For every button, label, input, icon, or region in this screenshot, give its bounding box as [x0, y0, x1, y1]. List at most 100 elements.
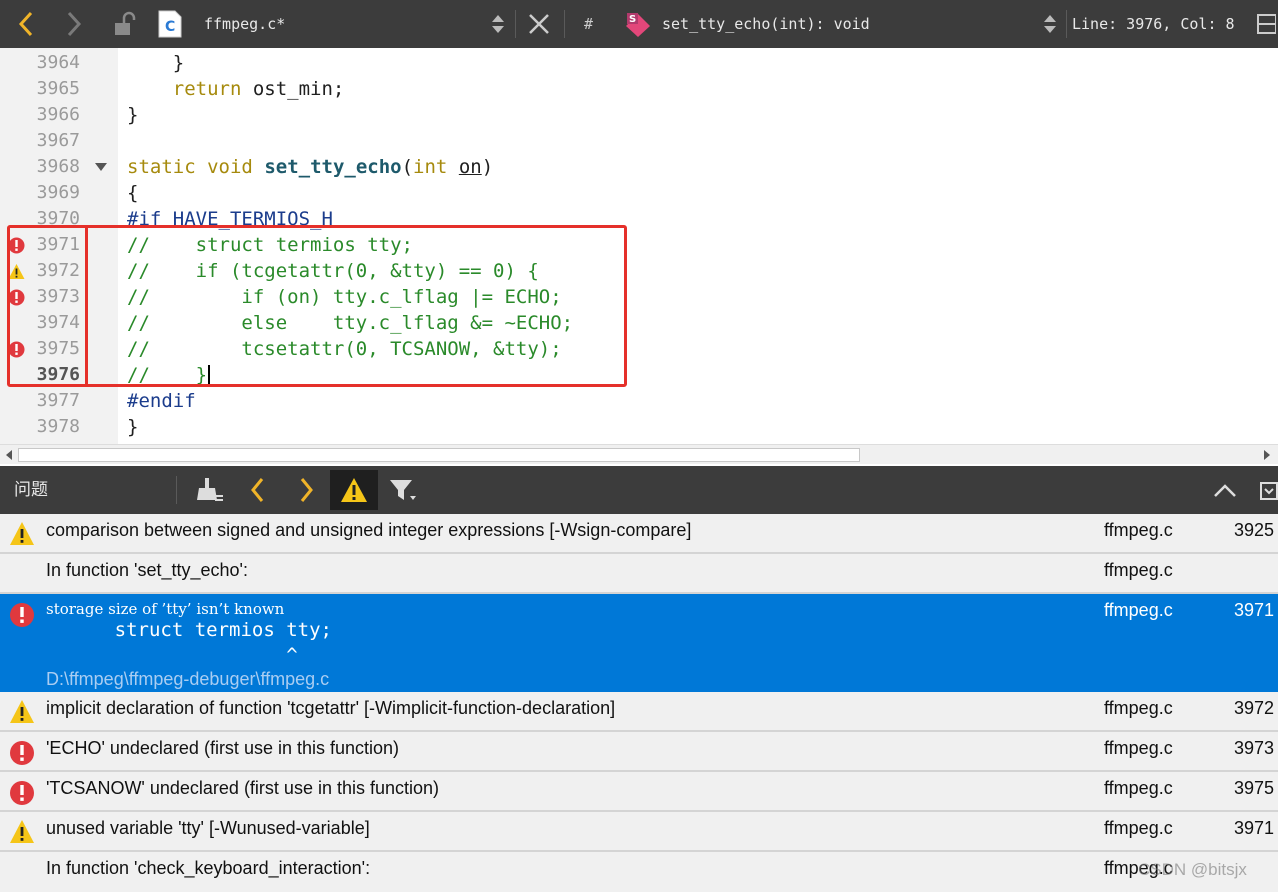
problem-line: 3925 — [1233, 520, 1274, 540]
problem-line: 3973 — [1233, 738, 1274, 758]
problem-row[interactable]: In function 'check_keyboard_interaction'… — [0, 852, 1278, 892]
problem-file: ffmpeg.c — [1104, 818, 1173, 838]
panel-menu-button[interactable] — [1258, 466, 1278, 514]
warning-icon — [10, 522, 34, 545]
line-number: 3964 — [36, 52, 80, 73]
problem-row[interactable]: 'TCSANOW' undeclared (first use in this … — [0, 772, 1278, 812]
problem-line: 3971 — [1233, 600, 1274, 620]
split-view-icon — [1257, 14, 1276, 34]
problem-file: ffmpeg.c — [1104, 600, 1173, 620]
problem-message: storage size of ’tty’ isn’t known — [46, 600, 285, 618]
problems-panel-header: 问题 — [0, 466, 1278, 514]
problem-message: implicit declaration of function 'tcgeta… — [46, 698, 616, 718]
code-line[interactable]: 3964 } — [0, 50, 1278, 76]
split-editor-button[interactable] — [1254, 0, 1278, 48]
problem-row[interactable]: comparison between signed and unsigned i… — [0, 514, 1278, 554]
function-dropdown-button[interactable] — [1039, 0, 1061, 48]
scrollbar-thumb[interactable] — [18, 448, 860, 462]
close-icon — [529, 14, 549, 34]
chevron-right-icon — [67, 11, 82, 37]
watermark: CSDN @bitsjx — [1138, 860, 1247, 879]
chevron-up-icon — [1214, 484, 1236, 497]
line-number: 3978 — [36, 416, 80, 437]
fold-arrow-icon[interactable] — [95, 163, 107, 171]
warning-icon — [10, 820, 34, 843]
code-line[interactable]: 3977 #endif — [0, 388, 1278, 414]
function-symbol-icon: S — [624, 0, 652, 48]
line-number: 3965 — [36, 78, 80, 99]
problem-file: ffmpeg.c — [1104, 778, 1173, 798]
problem-file: ffmpeg.c — [1104, 520, 1173, 540]
show-warnings-toggle[interactable] — [330, 470, 378, 510]
code-line[interactable]: 3968 static void set_tty_echo(int on) — [0, 154, 1278, 180]
code-line[interactable]: 3965 return ost_min; — [0, 76, 1278, 102]
code-line[interactable]: 3969 { — [0, 180, 1278, 206]
file-dropdown-button[interactable] — [486, 0, 510, 48]
warning-icon — [10, 700, 34, 723]
cursor-position: Line: 3976, Col: 8 — [1072, 15, 1235, 33]
error-icon — [10, 603, 34, 627]
unlock-icon — [115, 11, 136, 35]
file-name[interactable]: ffmpeg.c* — [204, 0, 285, 48]
problems-title: 问题 — [14, 480, 48, 499]
line-number: 3977 — [36, 390, 80, 411]
problem-message: 'TCSANOW' undeclared (first use in this … — [46, 778, 440, 798]
collapse-panel-button[interactable] — [1206, 466, 1244, 514]
editor-toolbar: C ffmpeg.c* # S set_tty_echo(int): void … — [0, 0, 1278, 48]
symbol-hash: # — [584, 15, 594, 33]
c-file-icon: C — [154, 0, 186, 48]
highlight-annotation-divider — [85, 226, 88, 386]
code-editor[interactable]: 3964 } 3965 return ost_min; 3966 } 3967 … — [0, 48, 1278, 444]
filter-icon — [390, 480, 416, 500]
code-text: return ost_min; — [172, 78, 345, 100]
function-signature[interactable]: set_tty_echo(int): void — [662, 0, 870, 48]
back-button[interactable] — [8, 0, 44, 48]
panel-menu-icon — [1260, 482, 1278, 500]
scroll-right-button[interactable] — [1258, 445, 1276, 465]
next-problem-button[interactable] — [288, 466, 324, 514]
code-text: } — [127, 416, 139, 438]
problem-row[interactable]: unused variable 'tty' [-Wunused-variable… — [0, 812, 1278, 852]
scroll-left-button[interactable] — [0, 445, 18, 465]
divider — [176, 476, 177, 504]
chevron-right-icon — [300, 478, 313, 502]
problem-message: unused variable 'tty' [-Wunused-variable… — [46, 818, 370, 838]
problem-row[interactable]: implicit declaration of function 'tcgeta… — [0, 692, 1278, 732]
clear-button[interactable] — [190, 466, 230, 514]
up-down-arrows-icon — [1044, 15, 1056, 33]
problem-path: D:\ffmpeg\ffmpeg-debuger\ffmpeg.c — [46, 669, 330, 689]
code-text: { — [127, 182, 139, 204]
chevron-left-icon — [251, 478, 264, 502]
problem-code-snippet: struct termios tty; ^ — [114, 619, 332, 666]
filter-button[interactable] — [384, 466, 422, 514]
svg-text:S: S — [629, 14, 636, 25]
line-number: 3967 — [36, 130, 80, 151]
problem-file: ffmpeg.c — [1104, 738, 1173, 758]
problem-file: ffmpeg.c — [1104, 698, 1173, 718]
problem-line: 3971 — [1233, 818, 1274, 838]
error-icon — [10, 781, 34, 805]
lock-button[interactable] — [106, 0, 142, 48]
problem-line: 3975 — [1233, 778, 1274, 798]
problem-message: In function 'set_tty_echo': — [46, 560, 248, 580]
code-text: #endif — [127, 390, 196, 412]
problem-row[interactable]: 'ECHO' undeclared (first use in this fun… — [0, 732, 1278, 772]
code-text: } — [127, 104, 139, 126]
warning-icon — [341, 478, 367, 502]
problem-message: In function 'check_keyboard_interaction'… — [46, 858, 371, 878]
problem-row[interactable]: In function 'set_tty_echo': ffmpeg.c — [0, 554, 1278, 594]
close-file-button[interactable] — [522, 0, 556, 48]
highlight-annotation-box — [7, 225, 627, 387]
code-line[interactable]: 3967 — [0, 128, 1278, 154]
code-text: static void set_tty_echo(int on) — [127, 156, 494, 178]
code-text: } — [127, 52, 185, 74]
code-line[interactable]: 3966 } — [0, 102, 1278, 128]
forward-button[interactable] — [56, 0, 92, 48]
code-line[interactable]: 3978 } — [0, 414, 1278, 440]
horizontal-scrollbar[interactable] — [0, 444, 1278, 464]
problem-message: 'ECHO' undeclared (first use in this fun… — [46, 738, 400, 758]
chevron-left-icon — [18, 11, 33, 37]
divider — [564, 10, 565, 38]
problem-line: 3972 — [1233, 698, 1274, 718]
previous-problem-button[interactable] — [240, 466, 276, 514]
